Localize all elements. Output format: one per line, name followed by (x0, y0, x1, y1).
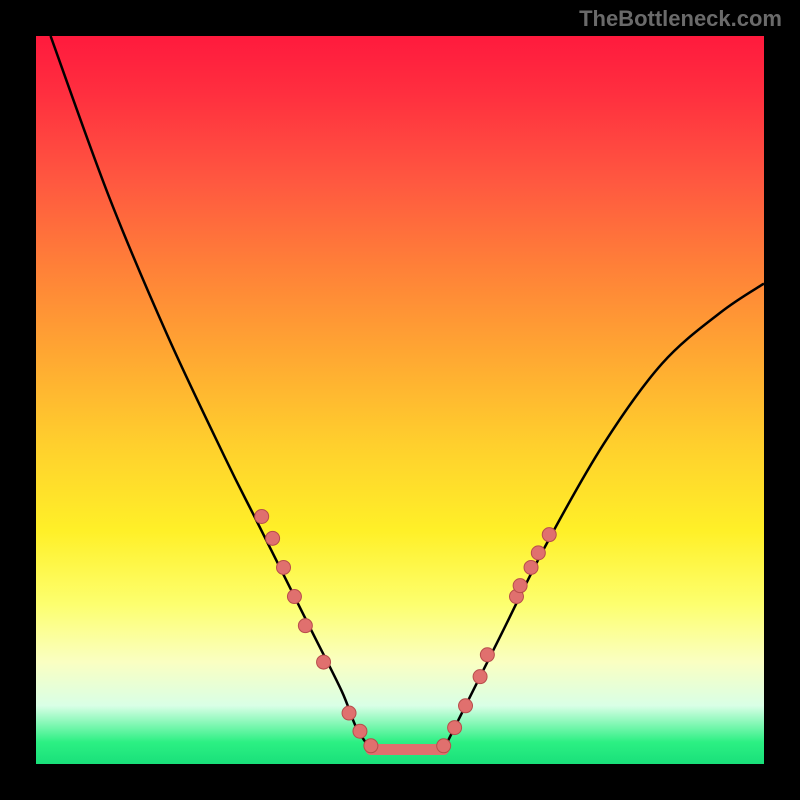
data-marker (266, 531, 280, 545)
data-marker (448, 721, 462, 735)
data-marker (342, 706, 356, 720)
marker-group (255, 509, 557, 752)
data-marker (480, 648, 494, 662)
data-marker (353, 724, 367, 738)
chart-svg (36, 36, 764, 764)
plot-area (36, 36, 764, 764)
data-marker (513, 579, 527, 593)
data-marker (287, 590, 301, 604)
data-marker (298, 619, 312, 633)
data-marker (531, 546, 545, 560)
right-curve (444, 284, 764, 750)
data-marker (437, 739, 451, 753)
data-marker (364, 739, 378, 753)
left-curve (51, 36, 371, 749)
data-marker (542, 528, 556, 542)
data-marker (473, 670, 487, 684)
data-marker (255, 509, 269, 523)
data-marker (317, 655, 331, 669)
data-marker (277, 560, 291, 574)
data-marker (459, 699, 473, 713)
data-marker (524, 560, 538, 574)
watermark-text: TheBottleneck.com (579, 6, 782, 32)
